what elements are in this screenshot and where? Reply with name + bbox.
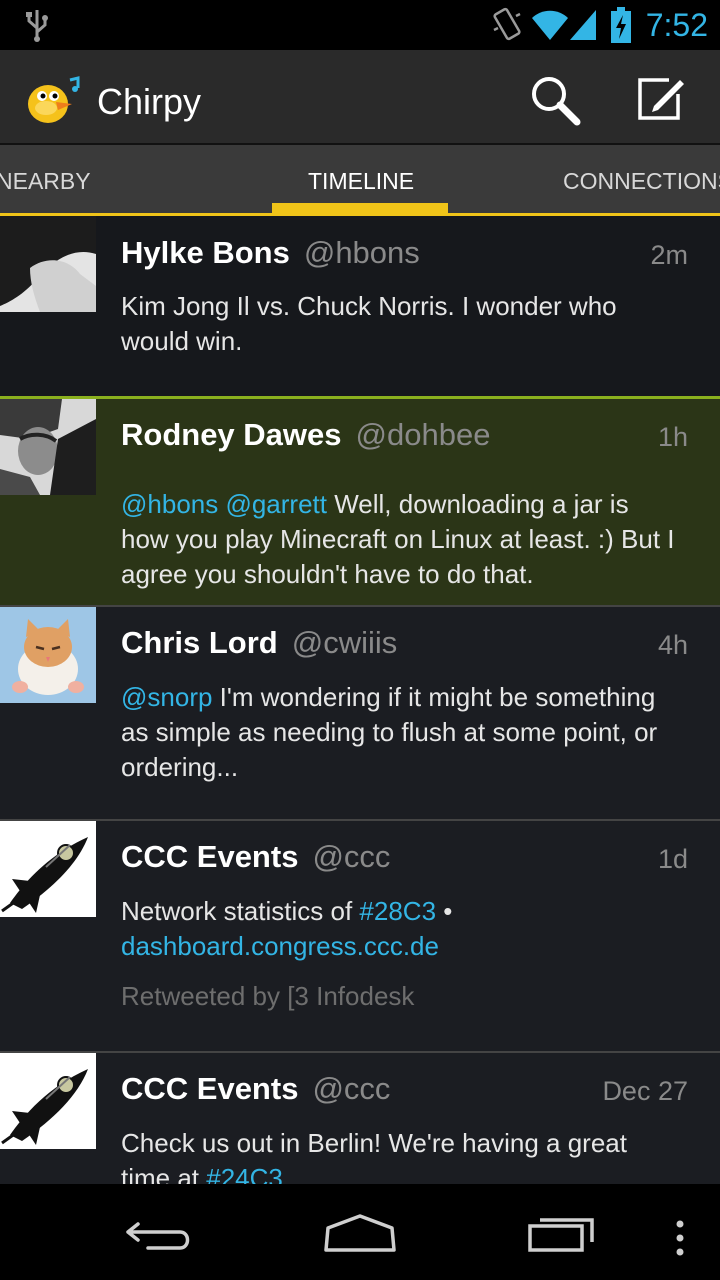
compose-icon[interactable] bbox=[636, 74, 686, 124]
tweet-time: 4h bbox=[657, 630, 688, 660]
tweet-text: Check us out in Berlin! We're having a g… bbox=[121, 1126, 681, 1184]
status-time: 7:52 bbox=[645, 7, 708, 43]
tweet-author: CCC Events @ccc bbox=[121, 1070, 390, 1108]
tweet-time: 2m bbox=[650, 240, 688, 270]
tweet-mentions[interactable]: @snorp bbox=[121, 682, 212, 712]
tweet-author: Rodney Dawes @dohbee bbox=[121, 416, 490, 454]
tweet-time: 1d bbox=[657, 844, 688, 874]
tweet-author: CCC Events @ccc bbox=[121, 838, 390, 876]
tweet-author: Chris Lord @cwiiis bbox=[121, 624, 397, 662]
avatar bbox=[0, 216, 96, 312]
navigation-bar bbox=[0, 1184, 720, 1280]
avatar bbox=[0, 821, 96, 917]
tweet-text: @snorp I'm wondering if it might be some… bbox=[121, 680, 681, 785]
author-handle: @dohbee bbox=[355, 417, 491, 452]
timeline-list[interactable]: Hylke Bons @hbons 2m Kim Jong Il vs. Chuc… bbox=[0, 216, 720, 1184]
tab-bar: NEARBY TIMELINE CONNECTIONS bbox=[0, 145, 720, 216]
author-name: CCC Events bbox=[121, 839, 299, 874]
url-link[interactable]: dashboard.congress.ccc.de bbox=[121, 931, 439, 961]
chirpy-logo-icon bbox=[28, 76, 80, 123]
author-handle: @hbons bbox=[303, 235, 420, 270]
tweet-mentions[interactable]: @hbons @garrett bbox=[121, 489, 327, 519]
tweet-time: Dec 27 bbox=[602, 1076, 688, 1106]
signal-icon bbox=[570, 10, 596, 40]
tab-nearby[interactable]: NEARBY bbox=[0, 167, 91, 195]
hashtag-link[interactable]: #28C3 bbox=[359, 896, 436, 926]
author-name: Rodney Dawes bbox=[121, 417, 342, 452]
tweet-text: Kim Jong Il vs. Chuck Norris. I wonder w… bbox=[121, 291, 617, 356]
tweet-body: Check us out in Berlin! We're having a g… bbox=[121, 1128, 627, 1184]
recent-apps-icon[interactable] bbox=[526, 1212, 598, 1254]
battery-icon bbox=[611, 7, 631, 43]
hashtag-link[interactable]: #24C3 bbox=[206, 1163, 283, 1184]
home-icon[interactable] bbox=[322, 1212, 398, 1254]
tweet-row[interactable]: CCC Events @ccc 1d Network statistics of … bbox=[0, 821, 720, 1051]
tweet-row[interactable]: Chris Lord @cwiiis 4h @snorp I'm wonderin… bbox=[0, 607, 720, 819]
tweet-body: Network statistics of bbox=[121, 896, 360, 926]
author-handle: @ccc bbox=[312, 839, 391, 874]
retweeted-by: Retweeted by [3 Infodesk bbox=[121, 981, 415, 1011]
status-bar: 7:52 bbox=[0, 0, 720, 50]
tweet-text: @hbons @garrett Well, downloading a jar … bbox=[121, 487, 681, 592]
tab-timeline[interactable]: TIMELINE bbox=[308, 167, 414, 195]
author-handle: @ccc bbox=[312, 1071, 391, 1106]
tweet-author: Hylke Bons @hbons bbox=[121, 234, 420, 272]
usb-icon bbox=[26, 10, 48, 42]
overflow-menu-icon[interactable] bbox=[674, 1220, 686, 1256]
tweet-row[interactable]: Rodney Dawes @dohbee 1h @hbons @garrett W… bbox=[0, 399, 720, 605]
tweet-row[interactable]: Hylke Bons @hbons 2m Kim Jong Il vs. Chuc… bbox=[0, 216, 720, 396]
author-handle: @cwiiis bbox=[291, 625, 398, 660]
author-name: CCC Events bbox=[121, 1071, 299, 1106]
avatar bbox=[0, 607, 96, 703]
avatar bbox=[0, 399, 96, 495]
separator: • bbox=[436, 896, 453, 926]
wifi-icon bbox=[532, 10, 568, 40]
tweet-row[interactable]: CCC Events @ccc Dec 27 Check us out in Be… bbox=[0, 1053, 720, 1184]
app-title: Chirpy bbox=[97, 81, 202, 122]
author-name: Hylke Bons bbox=[121, 235, 290, 270]
vibrate-icon bbox=[493, 7, 521, 41]
author-name: Chris Lord bbox=[121, 625, 278, 660]
tweet-text: Network statistics of #28C3 • dashboard.… bbox=[121, 894, 681, 964]
search-icon[interactable] bbox=[528, 74, 582, 126]
tweet-time: 1h bbox=[657, 422, 688, 452]
back-icon[interactable] bbox=[124, 1216, 196, 1252]
avatar bbox=[0, 1053, 96, 1149]
active-tab-indicator bbox=[272, 203, 448, 213]
tab-connections[interactable]: CONNECTIONS bbox=[563, 167, 720, 195]
